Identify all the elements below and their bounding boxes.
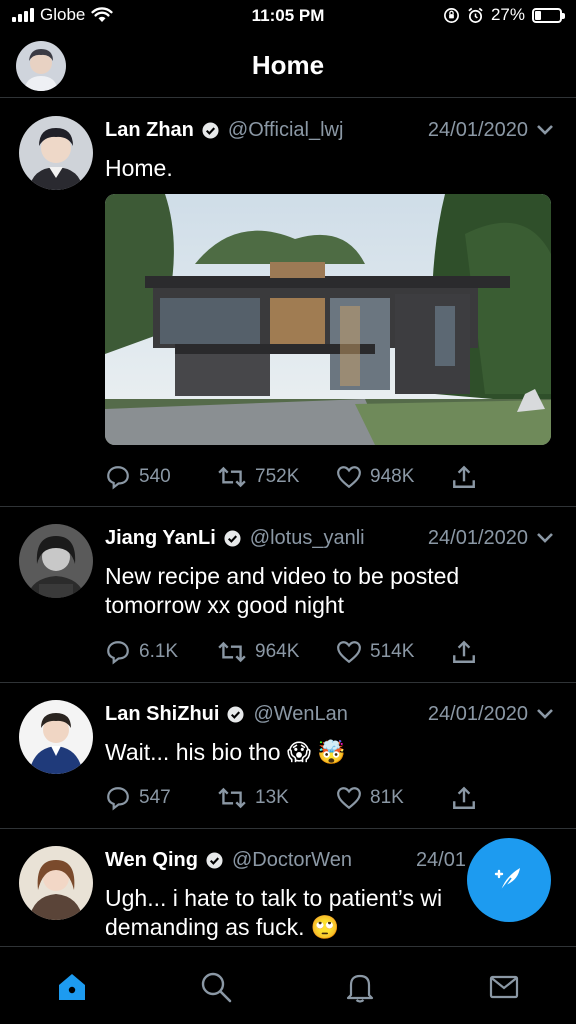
retweet-icon (218, 787, 246, 809)
verified-badge-icon (202, 121, 219, 139)
tab-notifications[interactable] (340, 967, 380, 1007)
author-handle[interactable]: @lotus_yanli (250, 527, 365, 550)
author-handle[interactable]: @DoctorWen (232, 849, 352, 872)
tweet-actions: 6.1K 964K 514K (105, 637, 485, 667)
author-name[interactable]: Lan Zhan (105, 119, 194, 142)
tab-home[interactable] (52, 967, 92, 1007)
tweet-text-line: demanding as fuck. 🙄 (105, 914, 340, 940)
page-title: Home (251, 50, 325, 80)
share-button[interactable] (452, 783, 476, 813)
tab-messages[interactable] (484, 967, 524, 1007)
reply-count: 6.1K (139, 641, 179, 662)
author-handle[interactable]: @WenLan (253, 703, 347, 726)
verified-badge-icon (227, 705, 244, 723)
status-right: 27% (443, 5, 565, 25)
author-handle[interactable]: @Official_lwj (228, 119, 344, 142)
author-name[interactable]: Wen Qing (105, 849, 198, 872)
orientation-lock-icon (444, 7, 459, 23)
tweet-meta: Lan Zhan @Official_lwj 24/01/2020 (105, 116, 554, 144)
battery-icon (532, 7, 565, 23)
reply-icon (107, 787, 129, 811)
tweet-date: 24/01/2020 (427, 702, 528, 725)
reply-button[interactable]: 540 (105, 462, 171, 492)
heart-icon (337, 787, 361, 810)
retweet-button[interactable]: 752K (217, 462, 299, 492)
retweet-button[interactable]: 964K (217, 637, 299, 667)
reply-button[interactable]: 6.1K (105, 637, 178, 667)
share-button[interactable] (452, 462, 476, 492)
retweet-icon (218, 641, 246, 663)
tweet-actions: 540 752K 948K (105, 462, 485, 492)
tweet-date: 24/01 (415, 848, 466, 871)
reply-icon (107, 466, 129, 490)
notifications-bell-icon (346, 974, 374, 1003)
verified-badge-icon (206, 851, 223, 869)
share-button[interactable] (452, 637, 476, 667)
like-button[interactable]: 81K (336, 783, 404, 813)
retweet-count: 752K (255, 466, 300, 487)
tweet[interactable]: Jiang YanLi @lotus_yanli 24/01/2020 New … (0, 507, 576, 683)
tweet-text: New recipe and video to be posted tomorr… (105, 563, 460, 618)
tweet-avatar[interactable] (19, 700, 93, 774)
heart-icon (337, 641, 361, 664)
share-icon (453, 465, 475, 488)
tweet-text: Home. (105, 155, 173, 181)
compose-quill-icon (494, 868, 520, 892)
like-count: 81K (370, 787, 404, 808)
reply-icon (107, 641, 129, 665)
retweet-count: 13K (255, 787, 289, 808)
like-button[interactable]: 514K (336, 637, 414, 667)
reply-button[interactable]: 547 (105, 783, 171, 813)
tweet-date: 24/01/2020 (427, 118, 528, 141)
tweet-date: 24/01/2020 (427, 526, 528, 549)
tweet-avatar[interactable] (19, 846, 93, 920)
tweet-avatar[interactable] (19, 524, 93, 598)
tweet-avatar[interactable] (19, 116, 93, 190)
chevron-down-icon[interactable] (536, 532, 554, 544)
tweet-actions: 547 13K 81K (105, 783, 485, 813)
tweet-text: Wait... his bio tho 😱 🤯 (105, 739, 346, 765)
like-count: 514K (370, 641, 415, 662)
like-count: 948K (370, 466, 415, 487)
search-icon (201, 972, 232, 1003)
author-name[interactable]: Lan ShiZhui (105, 703, 219, 726)
tweet-meta: Jiang YanLi @lotus_yanli 24/01/2020 (105, 524, 554, 552)
alarm-icon (468, 7, 483, 23)
author-name[interactable]: Jiang YanLi (105, 527, 216, 550)
compose-tweet-button[interactable] (467, 838, 551, 922)
retweet-icon (218, 466, 246, 488)
tweet-text: Ugh... i hate to talk to patient’s wi de… (105, 884, 496, 942)
tweet-image-house[interactable] (105, 194, 551, 445)
top-header: Home (0, 34, 576, 98)
tweet-meta: Lan ShiZhui @WenLan 24/01/2020 (105, 700, 554, 728)
chevron-down-icon[interactable] (536, 124, 554, 136)
messages-envelope-icon (489, 975, 519, 999)
tweet-meta: Wen Qing @DoctorWen 24/01 (105, 846, 466, 874)
share-icon (453, 640, 475, 663)
profile-avatar[interactable] (16, 41, 66, 91)
heart-icon (337, 466, 361, 489)
like-button[interactable]: 948K (336, 462, 414, 492)
tab-search[interactable] (196, 967, 236, 1007)
tweet[interactable]: Lan ShiZhui @WenLan 24/01/2020 Wait... h… (0, 683, 576, 829)
retweet-count: 964K (255, 641, 300, 662)
verified-badge-icon (224, 529, 241, 547)
bottom-tab-bar (0, 946, 576, 1024)
home-icon (59, 974, 85, 1000)
status-bar: Globe 11:05 PM 27% (0, 0, 576, 34)
battery-percent: 27% (490, 5, 525, 24)
reply-count: 540 (139, 466, 171, 487)
tweet-text-line: Ugh... i hate to talk to patient’s wi (105, 885, 443, 911)
share-icon (453, 786, 475, 809)
retweet-button[interactable]: 13K (217, 783, 289, 813)
tweet[interactable]: Lan Zhan @Official_lwj 24/01/2020 Home. (0, 99, 576, 507)
chevron-down-icon[interactable] (536, 708, 554, 720)
reply-count: 547 (139, 787, 171, 808)
